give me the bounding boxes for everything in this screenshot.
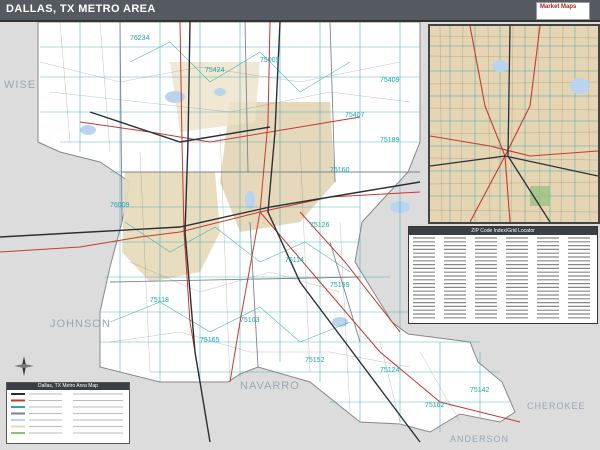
map-title: DALLAS, TX METRO AREA — [6, 3, 156, 15]
county-label: JOHNSON — [50, 318, 111, 330]
legend-title: Dallas, TX Metro Area Map — [7, 383, 129, 390]
publisher-name: Market Maps — [540, 4, 577, 10]
legend-graphic — [11, 393, 123, 434]
lake — [80, 125, 96, 135]
zip-label: 75114 — [285, 257, 304, 264]
zip-label: 75124 — [380, 367, 400, 374]
zip-label: 75142 — [470, 387, 490, 394]
zip-label: 75162 — [425, 402, 445, 409]
zip-code-index: ZIP Code Index/Grid Locator — [408, 226, 598, 324]
zip-label: 75009 — [260, 57, 280, 64]
map-legend: Dallas, TX Metro Area Map — [6, 382, 130, 444]
map-frame: WISE JOHNSON NAVARRO ANDERSON CHEROKEE 7… — [0, 0, 600, 450]
lake — [245, 191, 255, 209]
zip-label: 76009 — [110, 202, 130, 209]
zip-label: 75152 — [305, 357, 325, 364]
zip-label: 75160 — [330, 167, 350, 174]
county-label: ANDERSON — [450, 434, 509, 444]
compass-rose-icon — [14, 356, 34, 376]
county-label: WISE — [4, 79, 36, 91]
publisher-logo: Market Maps — [536, 2, 590, 20]
lake — [332, 317, 348, 327]
zip-label: 75118 — [150, 297, 169, 304]
lake — [165, 91, 185, 103]
index-table-graphic — [413, 237, 590, 319]
inset-map — [428, 24, 600, 224]
index-title: ZIP Code Index/Grid Locator — [409, 227, 597, 235]
zip-label: 75407 — [345, 112, 365, 119]
zip-label: 75159 — [330, 282, 350, 289]
zip-label: 76234 — [130, 35, 150, 42]
zip-label: 75103 — [240, 317, 260, 324]
zip-label: 75126 — [310, 222, 330, 229]
lake — [214, 88, 226, 96]
inset-map-graphic — [430, 26, 598, 222]
county-label: NAVARRO — [240, 380, 300, 392]
zip-label: 75165 — [200, 337, 220, 344]
zip-label: 75409 — [380, 77, 400, 84]
zip-label: 75424 — [205, 67, 225, 74]
title-bar: DALLAS, TX METRO AREA Market Maps — [0, 0, 600, 22]
county-label: CHEROKEE — [527, 401, 586, 411]
zip-label: 75189 — [380, 137, 400, 144]
